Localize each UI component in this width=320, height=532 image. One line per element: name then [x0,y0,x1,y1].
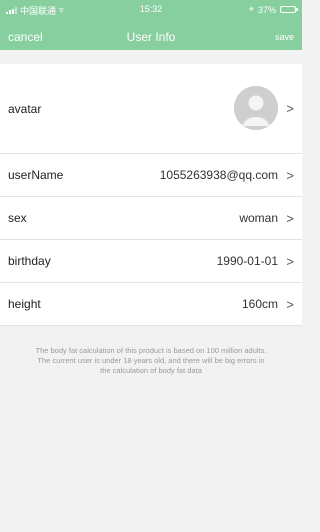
header: 中国联通 ▿ 15:32 ⌖ 37% cancel User Info save [0,0,302,50]
birthday-row[interactable]: birthday 1990-01-01 > [0,240,302,283]
chevron-right-icon: > [286,167,294,183]
birthday-label: birthday [8,254,51,268]
chevron-right-icon: > [286,253,294,269]
sex-row[interactable]: sex woman > [0,197,302,240]
battery-icon [280,6,298,13]
nav-bar: cancel User Info save [0,27,302,47]
location-icon: ⌖ [248,4,254,14]
battery-percent: 37% [257,4,276,15]
sex-label: sex [8,211,27,225]
height-label: height [8,297,41,311]
username-row[interactable]: userName 1055263938@qq.com > [0,154,302,197]
sex-value: woman [239,211,278,225]
status-right: ⌖ 37% [248,4,298,15]
page-title: User Info [126,30,176,44]
height-value: 160cm [241,297,278,311]
username-label: userName [8,168,64,182]
username-value: 1055263938@qq.com [159,168,278,182]
chevron-right-icon: > [286,210,294,226]
spacer [0,50,302,64]
user-info-list: avatar > userName 1055263938@qq.com > se… [0,64,302,326]
chevron-right-icon: > [286,101,294,116]
save-button[interactable]: save [275,32,294,42]
height-row[interactable]: height 160cm > [0,283,302,326]
birthday-value: 1990-01-01 [216,254,278,268]
avatar-label: avatar [8,101,42,116]
avatar-row[interactable]: avatar > [0,64,302,154]
chevron-right-icon: > [286,296,294,312]
avatar[interactable] [234,86,278,130]
status-bar: 中国联通 ▿ 15:32 ⌖ 37% [0,0,302,18]
user-silhouette-icon [234,86,278,130]
body-fat-note: The body fat calculation of this product… [35,346,267,375]
